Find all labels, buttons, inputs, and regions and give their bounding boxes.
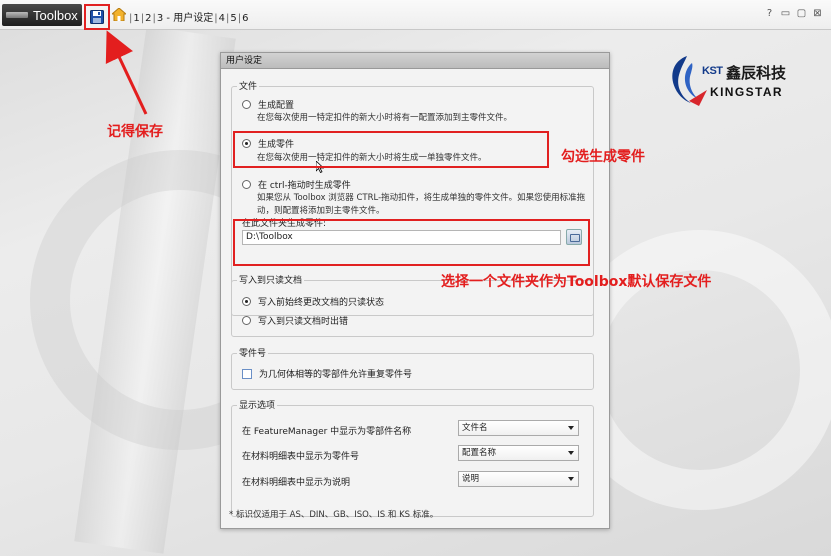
option-error-readonly[interactable]: 写入到只读文档时出错 <box>242 314 348 327</box>
annotation-check-note: 勾选生成零件 <box>561 149 645 165</box>
save-button[interactable] <box>84 4 110 30</box>
bom-part-number-select[interactable]: 配置名称 <box>458 445 579 461</box>
breadcrumb-item-3[interactable]: 3 - 用户设定 <box>157 13 213 24</box>
toolbox-logo-icon <box>6 12 28 18</box>
kingstar-logo: KST 鑫辰科技 KINGSTAR <box>667 53 797 108</box>
help-icon[interactable]: ? <box>764 8 775 19</box>
standards-footnote: * 标识仅适用于 AS、DIN、GB、ISO、IS 和 KS 标准。 <box>229 510 439 520</box>
radio-error-readonly[interactable] <box>242 316 251 325</box>
title-bar: Toolbox |1|2|3 - 用户设定|4|5|6 ? ▭ ▢ ⊠ <box>0 0 831 30</box>
minimize-button[interactable]: ▭ <box>780 8 791 19</box>
save-icon <box>90 10 104 24</box>
file-group-title: 文件 <box>237 79 260 92</box>
component-name-select-value: 文件名 <box>462 423 488 433</box>
breadcrumb-item-1[interactable]: 1 <box>133 13 139 24</box>
close-button[interactable]: ⊠ <box>812 8 823 19</box>
option-generate-config-desc: 在您每次使用一特定扣件的新大小时将有一配置添加到主零件文件。 <box>257 113 513 123</box>
display-row-label: 在材料明细表中显示为零件号 <box>242 452 360 462</box>
option-generate-config-label: 生成配置 <box>258 101 295 111</box>
part-number-group: 零件号 为几何体相等的零部件允许重复零件号 <box>231 346 594 390</box>
annotation-save-note: 记得保存 <box>107 124 163 140</box>
option-error-readonly-label: 写入到只读文档时出错 <box>258 317 349 327</box>
option-generate-config[interactable]: 生成配置 <box>242 98 294 111</box>
window-controls: ? ▭ ▢ ⊠ <box>764 8 823 19</box>
component-name-select[interactable]: 文件名 <box>458 420 579 436</box>
radio-always-change-readonly[interactable] <box>242 297 251 306</box>
breadcrumb-item-6[interactable]: 6 <box>242 13 248 24</box>
breadcrumb-item-4[interactable]: 4 <box>219 13 225 24</box>
chevron-down-icon <box>568 451 574 455</box>
radio-ctrl-drag[interactable] <box>242 180 251 189</box>
brand-name-en: KINGSTAR <box>710 85 783 99</box>
duplicate-part-number-checkbox[interactable] <box>242 368 252 379</box>
option-always-change-readonly-label: 写入前始终更改文档的只读状态 <box>258 298 385 308</box>
bom-part-number-select-value: 配置名称 <box>462 448 497 458</box>
radio-generate-config[interactable] <box>242 100 251 109</box>
breadcrumb-item-5[interactable]: 5 <box>230 13 236 24</box>
display-options-title: 显示选项 <box>237 398 278 411</box>
option-ctrl-drag[interactable]: 在 ctrl-拖动时生成零件 <box>242 178 351 191</box>
option-ctrl-drag-label: 在 ctrl-拖动时生成零件 <box>258 181 351 191</box>
display-row-label: 在材料明细表中显示为说明 <box>242 478 351 488</box>
chevron-down-icon <box>568 426 574 430</box>
highlight-generate-part <box>233 131 549 168</box>
option-always-change-readonly[interactable]: 写入前始终更改文档的只读状态 <box>242 295 384 308</box>
breadcrumb: |1|2|3 - 用户设定|4|5|6 <box>129 13 249 24</box>
annotation-folder-note: 选择一个文件夹作为Toolbox默认保存文件 <box>441 274 712 290</box>
bom-description-select[interactable]: 说明 <box>458 471 579 487</box>
maximize-button[interactable]: ▢ <box>796 8 807 19</box>
readonly-group-title: 写入到只读文档 <box>237 273 305 286</box>
brand-name-cn: 鑫辰科技 <box>726 64 787 82</box>
app-name: Toolbox <box>33 7 78 23</box>
home-button[interactable] <box>110 7 128 24</box>
duplicate-part-number-label: 为几何体相等的零部件允许重复零件号 <box>259 370 413 380</box>
breadcrumb-item-2[interactable]: 2 <box>145 13 151 24</box>
dialog-title: 用户设定 <box>221 53 609 69</box>
brand-kst: KST <box>702 65 723 77</box>
highlight-folder-path <box>233 219 590 266</box>
toolbox-logo: Toolbox <box>2 4 82 26</box>
chevron-down-icon <box>568 477 574 481</box>
option-ctrl-drag-desc: 如果您从 Toolbox 浏览器 CTRL-拖动扣件，将生成单独的零件文件。如果… <box>257 193 586 216</box>
duplicate-part-number-option[interactable]: 为几何体相等的零部件允许重复零件号 <box>242 367 412 380</box>
bom-description-select-value: 说明 <box>462 474 480 484</box>
home-icon <box>110 7 128 22</box>
part-number-group-title: 零件号 <box>237 346 269 359</box>
kingstar-emblem-icon <box>672 56 707 106</box>
display-options-group: 显示选项 在 FeatureManager 中显示为零部件名称 文件名 在材料明… <box>231 398 594 517</box>
display-row-label: 在 FeatureManager 中显示为零部件名称 <box>242 427 412 437</box>
